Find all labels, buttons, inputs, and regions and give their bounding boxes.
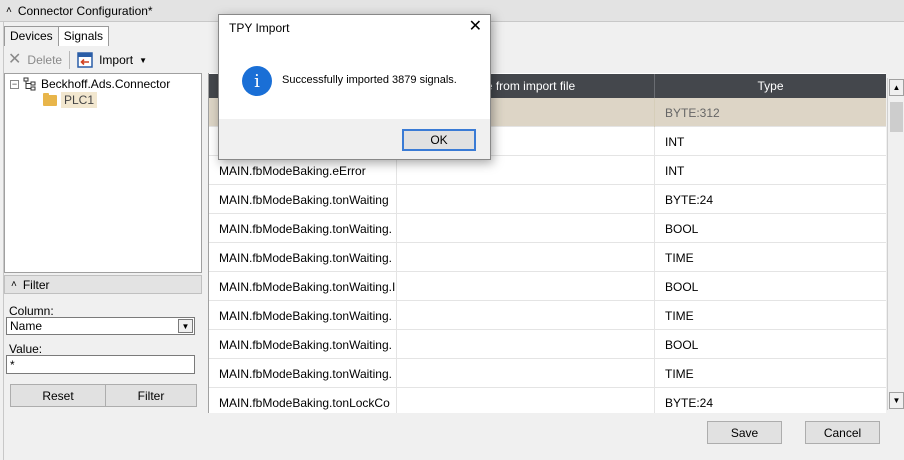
cell-import-name — [397, 388, 655, 413]
dialog-message: Successfully imported 3879 signals. — [282, 74, 457, 86]
device-tree: − Beckhoff.Ads.Connector PLC1 — [4, 73, 202, 273]
dropdown-arrow-icon[interactable]: ▼ — [178, 319, 193, 333]
collapse-chevron-icon[interactable]: ˄ — [6, 5, 12, 16]
cell-type: TIME — [655, 359, 886, 388]
tab-signals[interactable]: Signals — [57, 26, 110, 46]
tree-node-plc1[interactable]: PLC1 — [43, 92, 98, 108]
cell-type: INT — [655, 156, 886, 185]
reset-button[interactable]: Reset — [10, 384, 106, 407]
tpy-import-dialog: TPY Import ✕ i Successfully imported 387… — [218, 14, 491, 160]
filter-title: Filter — [22, 277, 50, 292]
table-row[interactable]: MAIN.fbModeBaking.eError INT — [209, 156, 886, 185]
import-button[interactable]: Import ▼ — [73, 49, 151, 71]
cell-name: MAIN.fbModeBaking.tonWaiting.I — [209, 272, 397, 301]
cell-type: BYTE:24 — [655, 388, 886, 413]
dialog-footer: OK — [219, 119, 490, 159]
network-tree-icon — [23, 77, 36, 91]
cell-type: BYTE:312 — [655, 98, 886, 127]
table-row[interactable]: MAIN.fbModeBaking.tonWaiting. TIME — [209, 243, 886, 272]
dialog-title: TPY Import — [229, 21, 290, 35]
delete-button[interactable]: ✕ Delete — [4, 49, 66, 71]
toolbar-separator — [69, 51, 71, 69]
tab-devices[interactable]: Devices — [4, 26, 59, 46]
cell-import-name — [397, 330, 655, 359]
close-icon[interactable]: ✕ — [469, 18, 482, 36]
cell-type: BOOL — [655, 330, 886, 359]
scroll-up-icon[interactable]: ▲ — [889, 79, 904, 96]
cell-import-name — [397, 301, 655, 330]
toolbar: ✕ Delete Import ▼ — [4, 48, 151, 72]
import-label: Import — [99, 53, 134, 67]
cell-name: MAIN.fbModeBaking.tonWaiting — [209, 185, 397, 214]
cell-import-name — [397, 272, 655, 301]
cell-type: BYTE:24 — [655, 185, 886, 214]
table-row[interactable]: MAIN.fbModeBaking.tonLockCo BYTE:24 — [209, 388, 886, 413]
table-row[interactable]: MAIN.fbModeBaking.tonWaiting.I BOOL — [209, 272, 886, 301]
table-row[interactable]: MAIN.fbModeBaking.tonWaiting. BOOL — [209, 330, 886, 359]
cell-name: MAIN.fbModeBaking.tonWaiting. — [209, 359, 397, 388]
collapse-chevron-icon: ˄ — [11, 279, 17, 290]
cell-type: BOOL — [655, 214, 886, 243]
cell-type: TIME — [655, 243, 886, 272]
cell-import-name — [397, 243, 655, 272]
info-icon: i — [242, 66, 272, 96]
cell-type: INT — [655, 127, 886, 156]
tab-strip: Devices Signals — [4, 26, 110, 46]
cell-import-name — [397, 185, 655, 214]
expander-minus-icon[interactable]: − — [10, 79, 19, 89]
cell-name: MAIN.fbModeBaking.tonWaiting. — [209, 330, 397, 359]
table-row[interactable]: MAIN.fbModeBaking.tonWaiting. TIME — [209, 301, 886, 330]
window-title: Connector Configuration* — [17, 3, 153, 18]
cell-name: MAIN.fbModeBaking.tonWaiting. — [209, 243, 397, 272]
cell-name: MAIN.fbModeBaking.tonWaiting. — [209, 214, 397, 243]
filter-button[interactable]: Filter — [105, 384, 197, 407]
column-label: Column: — [9, 304, 54, 318]
cell-import-name — [397, 156, 655, 185]
cell-name: MAIN.fbModeBaking.tonWaiting. — [209, 301, 397, 330]
delete-label: Delete — [27, 53, 63, 67]
dropdown-caret-icon: ▼ — [139, 55, 148, 65]
import-icon — [77, 52, 93, 68]
value-input[interactable]: * — [6, 355, 195, 374]
cell-name: MAIN.fbModeBaking.eError — [209, 156, 397, 185]
save-button[interactable]: Save — [707, 421, 782, 444]
cell-type: TIME — [655, 301, 886, 330]
folder-icon — [43, 92, 57, 106]
table-row[interactable]: MAIN.fbModeBaking.tonWaiting BYTE:24 — [209, 185, 886, 214]
table-row[interactable]: MAIN.fbModeBaking.tonWaiting. BOOL — [209, 214, 886, 243]
column-header-type[interactable]: Type — [655, 74, 886, 98]
grid-scrollbar[interactable]: ▲ ▼ — [887, 78, 904, 410]
filter-header[interactable]: ˄ Filter — [4, 275, 202, 294]
cell-import-name — [397, 214, 655, 243]
cell-name: MAIN.fbModeBaking.tonLockCo — [209, 388, 397, 413]
table-row[interactable]: MAIN.fbModeBaking.tonWaiting. TIME — [209, 359, 886, 388]
column-select[interactable]: Name ▼ — [6, 317, 195, 335]
ok-button[interactable]: OK — [402, 129, 476, 151]
scroll-thumb[interactable] — [890, 102, 903, 132]
delete-x-icon: ✕ — [8, 51, 22, 68]
scroll-down-icon[interactable]: ▼ — [889, 392, 904, 409]
column-select-value: Name — [10, 319, 43, 333]
tree-child-label: PLC1 — [61, 92, 98, 108]
cell-type: BOOL — [655, 272, 886, 301]
tree-node-root[interactable]: − Beckhoff.Ads.Connector — [10, 76, 170, 92]
value-label: Value: — [9, 342, 43, 356]
cell-import-name — [397, 359, 655, 388]
tree-root-label: Beckhoff.Ads.Connector — [41, 77, 171, 91]
cancel-button[interactable]: Cancel — [805, 421, 880, 444]
